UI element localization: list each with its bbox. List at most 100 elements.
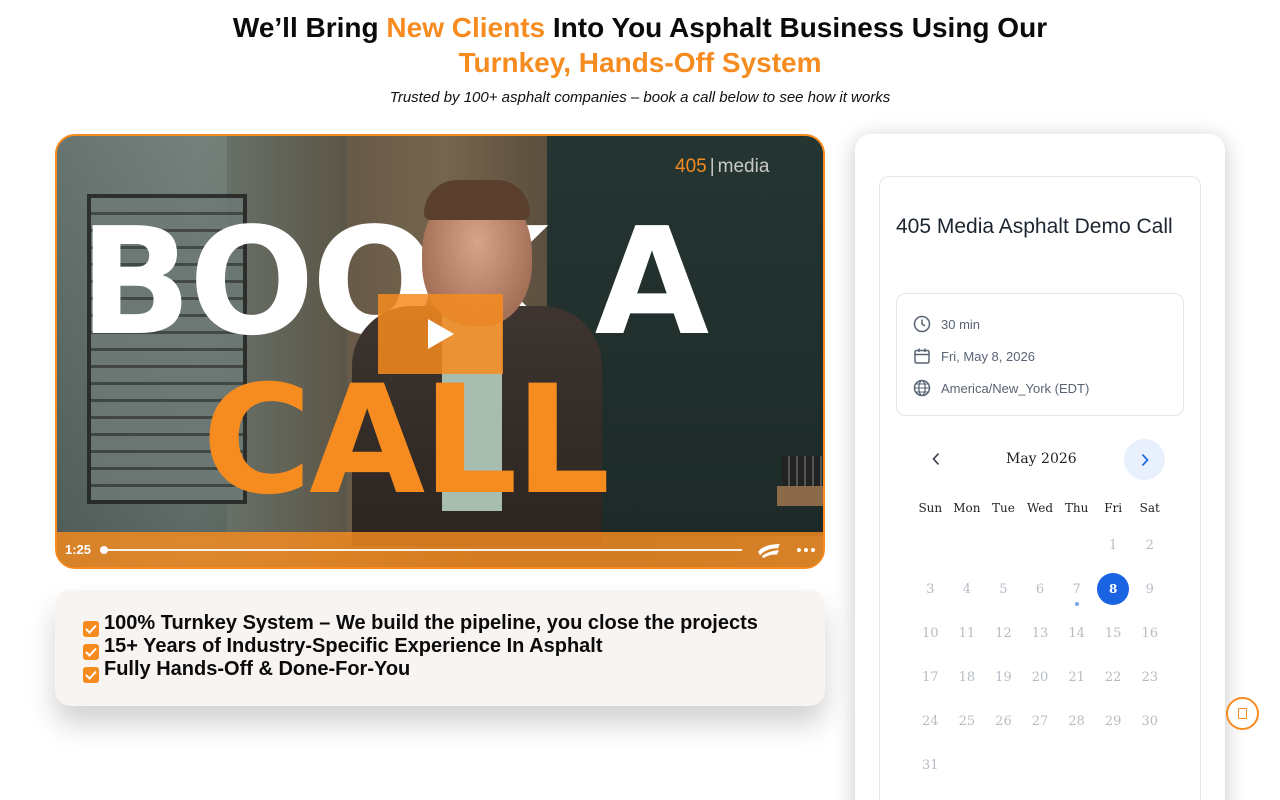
calendar-day-number: 22 <box>1104 669 1122 685</box>
calendar-grid: 1 2 3 4 5 6 7 8 9 10 11 12 13 14 15 16 17 18 19 20 21 22 23 24 2… <box>912 523 1168 787</box>
more-options-icon[interactable] <box>797 547 815 552</box>
previous-month-button[interactable] <box>920 443 952 475</box>
calendar-week: 3 4 5 6 789 <box>912 567 1168 611</box>
play-button[interactable] <box>378 294 503 374</box>
calendar-day: 5 <box>985 582 1022 597</box>
chat-icon <box>1238 708 1247 719</box>
calendar-day: 20 <box>1022 670 1059 685</box>
calendar-day: 16 <box>1131 626 1168 641</box>
weekday-label: Mon <box>953 501 981 515</box>
calendar-day: 26 <box>985 714 1022 729</box>
date-text: Fri, May 8, 2026 <box>941 348 1035 364</box>
booking-widget: 405 Media Asphalt Demo Call 30 min Fri, … <box>855 134 1225 800</box>
calendar-day: 9 <box>1131 582 1168 597</box>
checkbox-icon <box>83 644 99 660</box>
calendar-day: 17 <box>912 670 949 685</box>
calendar-day: 12 <box>985 626 1022 641</box>
video-progress-knob[interactable] <box>99 545 108 554</box>
timezone-text: America/New_York (EDT) <box>941 380 1090 396</box>
brand-number: 405 <box>675 156 707 177</box>
benefit-item: 100% Turnkey System – We build the pipel… <box>83 612 825 637</box>
calendar-day-number: 18 <box>958 669 976 685</box>
calendar-day-number: 12 <box>995 625 1012 641</box>
calendar-day: 11 <box>949 626 986 641</box>
event-title: 405 Media Asphalt Demo Call <box>896 215 1173 238</box>
booking-panel: 405 Media Asphalt Demo Call 30 min Fri, … <box>879 176 1201 800</box>
calendar-day: 21 <box>1058 670 1095 685</box>
video-timestamp: 1:25 <box>65 542 92 557</box>
play-icon <box>427 319 454 349</box>
headline-line-1: We’ll Bring New Clients Into You Asphalt… <box>0 10 1280 45</box>
calendar-day: 14 <box>1058 626 1095 641</box>
date-row: Fri, May 8, 2026 <box>913 347 1035 365</box>
calendar-day: 13 <box>1022 626 1059 641</box>
calendar-day: 28 <box>1058 714 1095 729</box>
calendar-day: 6 <box>1022 582 1059 597</box>
calendar-day: 23 <box>1131 670 1168 685</box>
calendar-day-number: 28 <box>1068 713 1085 729</box>
calendar-day: 18 <box>949 670 986 685</box>
next-month-button[interactable] <box>1124 439 1165 480</box>
calendar-day-number: 29 <box>1104 713 1122 729</box>
calendar-month-label: May 2026 <box>1006 451 1077 467</box>
checkbox-icon <box>83 667 99 683</box>
clock-icon <box>913 315 931 333</box>
calendar-day-number: 26 <box>995 713 1012 729</box>
timezone-row[interactable]: America/New_York (EDT) <box>913 379 1089 397</box>
calendar-day: 24 <box>912 714 949 729</box>
calendar-day: 22 <box>1095 670 1132 685</box>
calendar-day-number: 11 <box>958 625 976 641</box>
calendar-week: 10 11 12 13 14 15 16 <box>912 611 1168 655</box>
weekday-label: Thu <box>1064 501 1089 515</box>
benefit-text: 100% Turnkey System – We build the pipel… <box>104 612 758 634</box>
calendar-day-number: 20 <box>1031 669 1049 685</box>
subheadline: Trusted by 100+ asphalt companies – book… <box>389 89 891 106</box>
calendar-day: 30 <box>1131 714 1168 729</box>
globe-icon <box>913 379 931 397</box>
headline-text-post: Into You Asphalt Business Using Our <box>545 12 1048 43</box>
calendar-day: 31 <box>912 758 949 773</box>
calendar-day: 7 <box>1058 582 1095 606</box>
calendar-day: 15 <box>1095 626 1132 641</box>
calendar-day: 27 <box>1022 714 1059 729</box>
calendar-day-number: 25 <box>958 713 976 729</box>
video-background-shelf <box>777 486 823 506</box>
calendar-day-number: 17 <box>922 669 939 685</box>
calendar-day-selected[interactable]: 8 <box>1095 573 1132 605</box>
chevron-left-icon <box>932 453 940 465</box>
calendar-week: 31 <box>912 743 1168 787</box>
calendar-day: 4 <box>949 582 986 597</box>
chevron-right-icon <box>1141 453 1149 466</box>
calendar-day: 25 <box>949 714 986 729</box>
calendar-day: 29 <box>1095 714 1132 729</box>
calendar-day-number: 30 <box>1141 713 1159 729</box>
video-player[interactable]: BOOK A CALL 405 | media 1:25 <box>55 134 825 569</box>
calendar-week: 17 18 19 20 21 22 23 <box>912 655 1168 699</box>
calendar-icon <box>914 348 930 364</box>
headline-line-2: Turnkey, Hands-Off System <box>458 47 822 78</box>
video-background-books <box>782 456 822 486</box>
calendar-header: May 2026 <box>920 439 1170 480</box>
benefit-item: 15+ Years of Industry-Specific Experienc… <box>83 635 825 660</box>
calendar-day: 10 <box>912 626 949 641</box>
weekday-label: Tue <box>992 501 1015 515</box>
calendar-day-number: 3 <box>926 581 935 597</box>
brand-logo-icon[interactable] <box>756 540 783 560</box>
calendar-day-number: 19 <box>995 669 1012 685</box>
weekday-label: Sat <box>1139 501 1160 515</box>
calendar-day: 3 <box>912 582 949 597</box>
page-headline: We’ll Bring New Clients Into You Asphalt… <box>0 10 1280 80</box>
calendar-day-number: 15 <box>1104 625 1122 641</box>
event-details: 30 min Fri, May 8, 2026 America/New_York… <box>896 293 1184 416</box>
calendar-day-number: 6 <box>1035 581 1045 597</box>
headline-accent: New Clients <box>386 12 546 43</box>
benefits-card: 100% Turnkey System – We build the pipel… <box>55 590 825 706</box>
video-controls-bar: 1:25 <box>57 532 823 567</box>
calendar-day-number: 5 <box>999 581 1008 597</box>
calendar-day-number: 10 <box>922 625 939 641</box>
calendar-day-number: 23 <box>1141 669 1159 685</box>
chat-widget-button[interactable] <box>1226 697 1259 730</box>
video-progress-bar[interactable] <box>99 545 742 554</box>
headline-text-pre: We’ll Bring <box>232 12 387 43</box>
calendar-day-number: 21 <box>1068 669 1085 685</box>
